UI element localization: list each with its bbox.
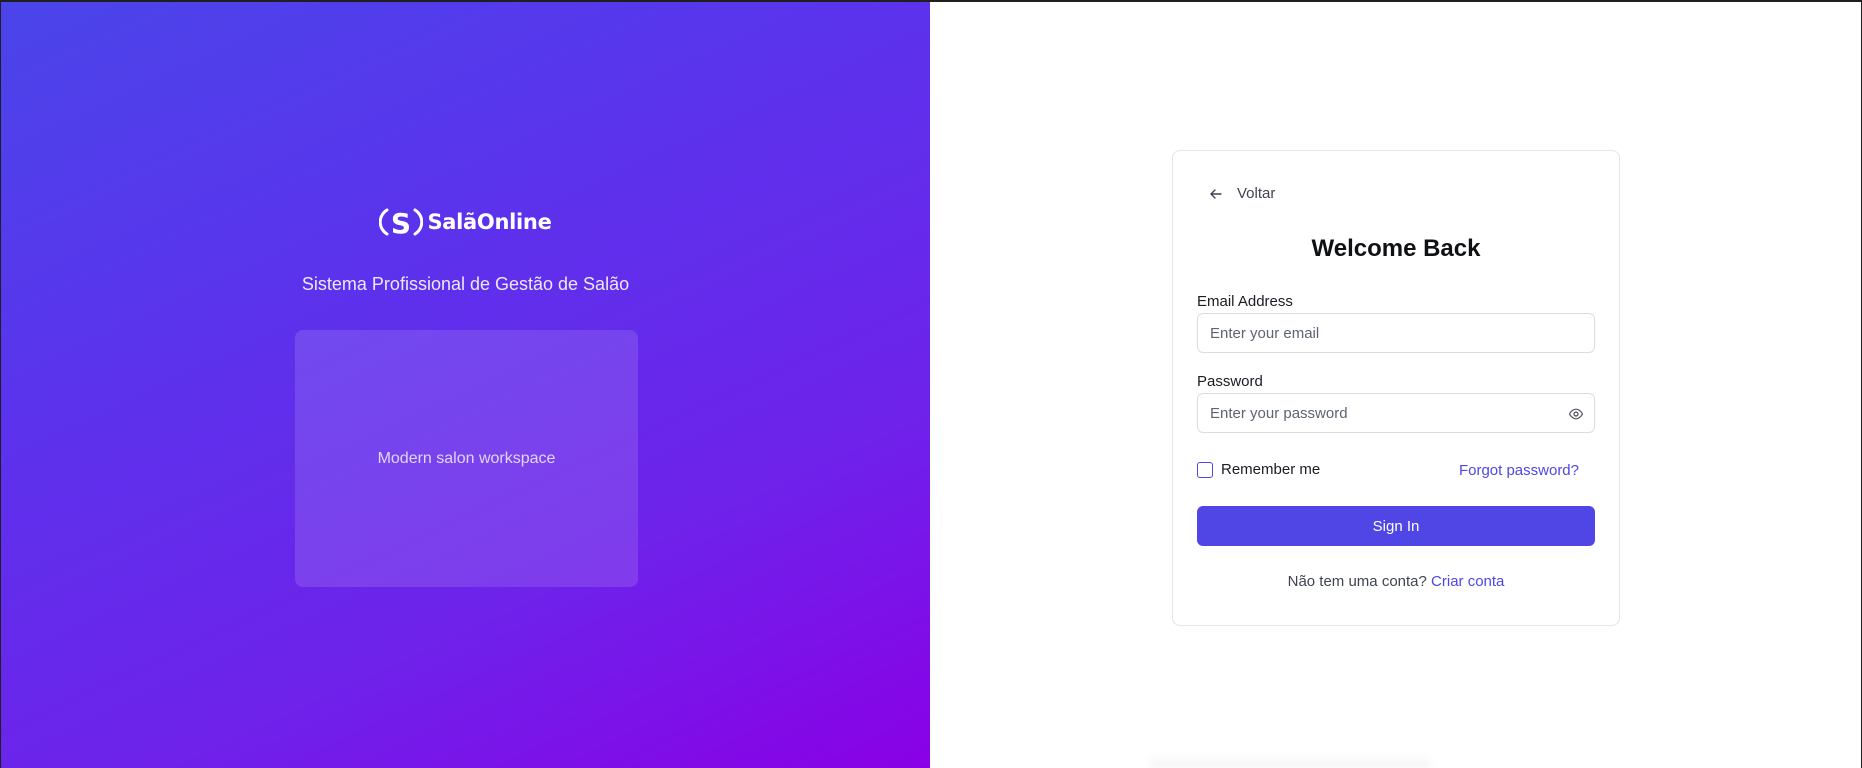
back-button[interactable]: Voltar: [1209, 185, 1275, 202]
password-field[interactable]: [1198, 394, 1594, 432]
logo-s-icon: S: [379, 207, 424, 240]
sign-in-button[interactable]: Sign In: [1197, 506, 1595, 546]
login-card: Voltar Welcome Back Email Address Passwo…: [1172, 150, 1620, 626]
back-label: Voltar: [1237, 185, 1276, 202]
svg-text:S: S: [391, 207, 411, 240]
brand-name: SalãOnline: [427, 210, 552, 234]
eye-icon[interactable]: [1568, 406, 1584, 422]
email-field[interactable]: [1198, 314, 1594, 352]
remember-me-checkbox[interactable]: [1197, 461, 1213, 478]
brand-tagline: Sistema Profissional de Gestão de Salão: [301, 274, 630, 294]
brand-panel: S SalãOnline Sistema Profissional de Ges…: [1, 2, 930, 768]
signup-prompt-text: Não tem uma conta?: [1287, 573, 1427, 590]
hero-image-caption: Modern salon workspace: [377, 449, 556, 467]
app-window: S SalãOnline Sistema Profissional de Ges…: [1, 2, 1861, 768]
create-account-link[interactable]: Criar conta: [1431, 573, 1504, 590]
arrow-left-icon: [1210, 188, 1222, 199]
remember-me-label: Remember me: [1221, 461, 1321, 478]
login-panel: Voltar Welcome Back Email Address Passwo…: [930, 2, 1861, 768]
brand-logo: S SalãOnline: [1, 204, 930, 240]
remember-me[interactable]: Remember me: [1197, 461, 1320, 478]
login-title: Welcome Back: [1311, 235, 1481, 262]
signup-prompt: Não tem uma conta? Criar conta: [1173, 573, 1619, 590]
password-label: Password: [1197, 373, 1263, 390]
email-label: Email Address: [1197, 293, 1293, 310]
hero-image-placeholder: Modern salon workspace: [295, 330, 638, 587]
forgot-password-link[interactable]: Forgot password?: [1459, 462, 1579, 479]
email-field-wrapper: [1197, 313, 1595, 353]
password-field-wrapper: [1197, 393, 1595, 433]
